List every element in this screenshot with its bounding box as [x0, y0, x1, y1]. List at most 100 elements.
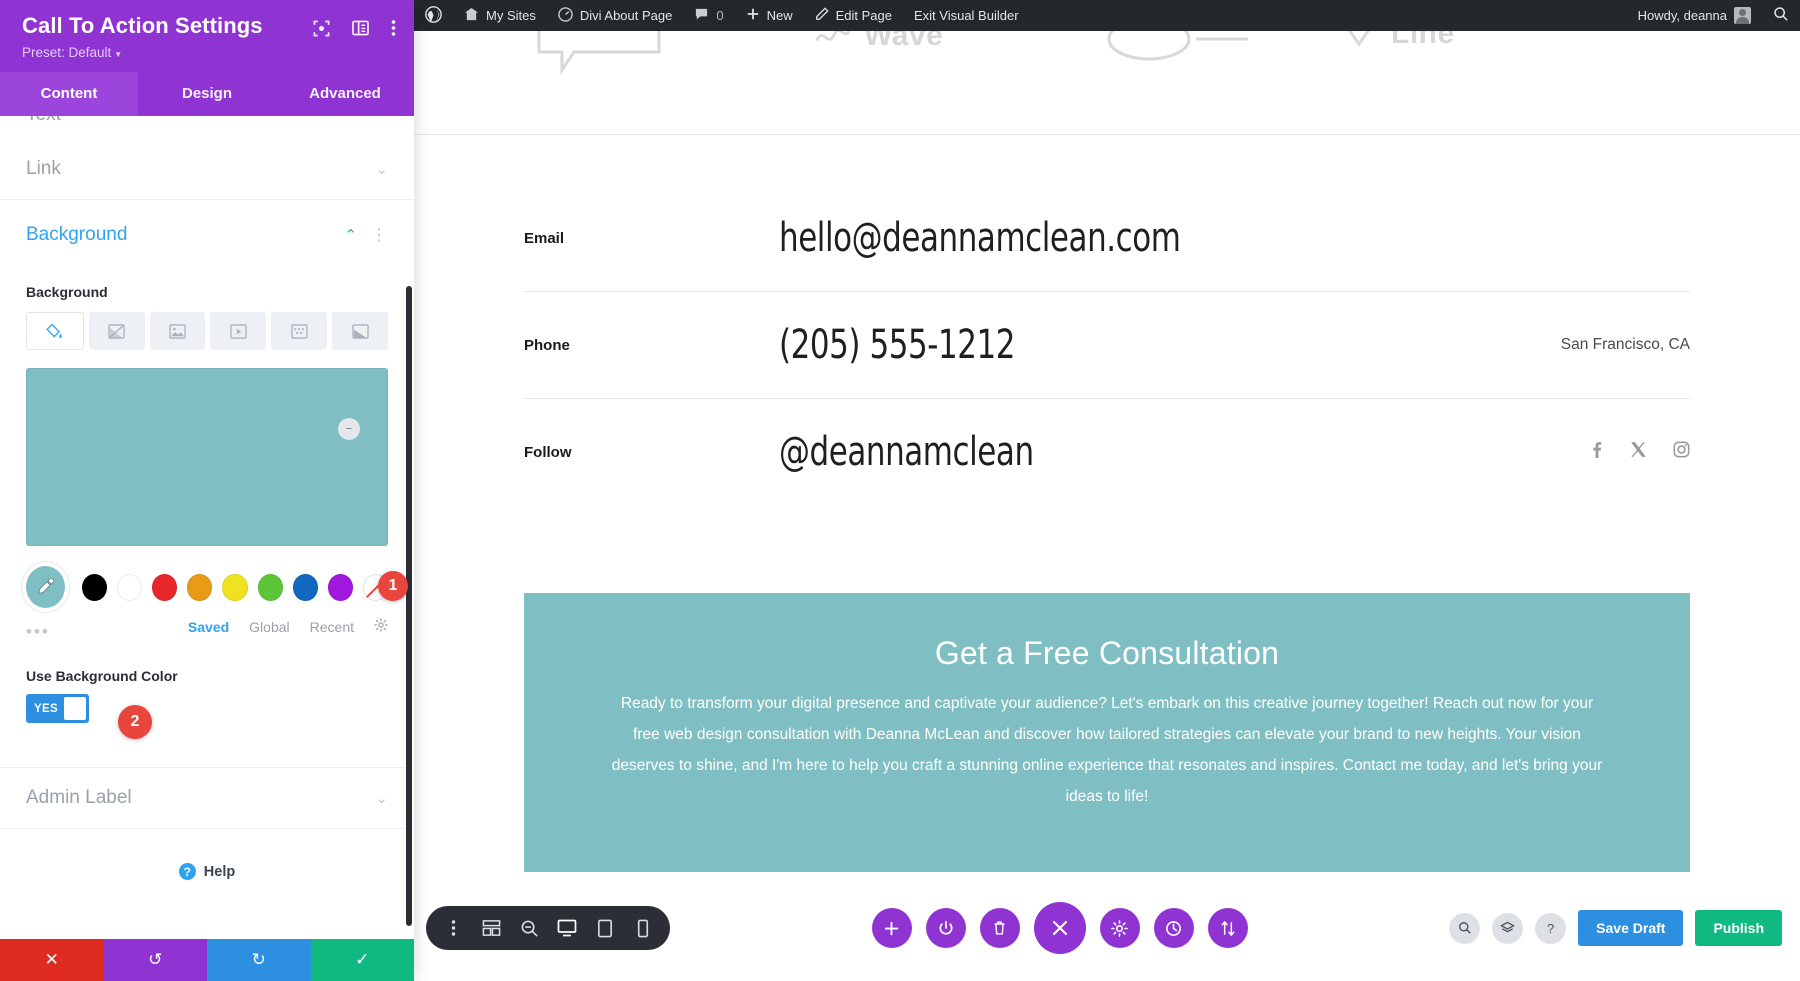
background-pattern-icon[interactable] — [271, 312, 328, 351]
kebab-menu-icon[interactable] — [434, 906, 472, 950]
tab-content[interactable]: Content — [0, 72, 138, 117]
cta-body: Ready to transform your digital presence… — [611, 695, 1603, 805]
search-button[interactable] — [1449, 912, 1481, 944]
background-type-tabs — [26, 312, 388, 351]
contact-row-follow: Follow @deannamclean — [524, 399, 1690, 505]
wp-admin-bar: My Sites Divi About Page 0 New Edit Page — [414, 0, 1800, 31]
panel-resize-handle[interactable]: − — [338, 418, 360, 440]
palette-tab-saved[interactable]: Saved — [188, 619, 229, 635]
admin-bar-wordpress-logo[interactable] — [414, 0, 453, 31]
publish-button[interactable]: Publish — [1695, 910, 1782, 946]
save-button[interactable]: ✓ — [310, 939, 414, 981]
help-button[interactable]: ? — [1535, 912, 1567, 944]
phone-view-icon[interactable] — [624, 906, 662, 950]
background-video-icon[interactable] — [210, 312, 267, 351]
settings-footer: ✕ ↺ ↻ ✓ — [0, 939, 414, 981]
palette-tabs: Saved Global Recent — [188, 617, 388, 637]
cta-section[interactable]: Get a Free Consultation Ready to transfo… — [524, 593, 1690, 872]
admin-bar-search[interactable] — [1762, 0, 1800, 31]
background-field-label: Background — [26, 284, 108, 301]
color-swatch-green[interactable] — [257, 573, 283, 601]
color-swatch-row — [26, 566, 389, 609]
desktop-view-icon[interactable] — [548, 906, 586, 950]
builder-right-tools: ? Save Draft Publish — [1449, 910, 1782, 946]
color-swatch-purple[interactable] — [327, 573, 353, 601]
background-color-icon[interactable] — [26, 312, 84, 351]
settings-button[interactable] — [1099, 908, 1140, 948]
selected-color-preview[interactable] — [26, 368, 388, 547]
section-background[interactable]: Background ⌃ ⋮ — [0, 200, 414, 270]
history-button[interactable] — [1153, 908, 1194, 948]
palette-row: ••• Saved Global Recent — [26, 612, 388, 642]
color-swatch-yellow[interactable] — [222, 573, 248, 601]
section-admin-label[interactable]: Admin Label ⌄ — [0, 767, 414, 830]
power-toggle-button[interactable] — [925, 908, 966, 948]
kebab-menu-icon[interactable] — [391, 19, 396, 37]
more-colors-button[interactable]: ••• — [26, 622, 50, 642]
use-background-color-toggle[interactable]: YES — [26, 694, 89, 724]
wordpress-logo-icon — [425, 5, 442, 26]
color-swatch-red[interactable] — [152, 573, 178, 601]
dashboard-icon — [558, 6, 573, 25]
help-link[interactable]: ? Help — [0, 829, 414, 881]
admin-bar-edit-page-label: Edit Page — [835, 8, 892, 23]
instagram-icon[interactable] — [1673, 441, 1690, 463]
section-link[interactable]: Link ⌄ — [0, 138, 414, 201]
close-builder-button[interactable] — [1033, 902, 1086, 954]
settings-scrollbar[interactable] — [406, 286, 412, 927]
tab-advanced[interactable]: Advanced — [276, 72, 414, 116]
zoom-out-view-icon[interactable] — [510, 906, 548, 950]
color-swatch-black[interactable] — [82, 573, 108, 601]
focus-icon[interactable] — [313, 20, 330, 37]
color-swatch-white[interactable] — [117, 573, 143, 601]
palette-tab-global[interactable]: Global — [249, 619, 289, 635]
add-module-button[interactable] — [871, 908, 912, 948]
tab-design[interactable]: Design — [138, 72, 276, 116]
contact-list: Email hello@deannamclean.com Phone (205)… — [414, 135, 1800, 505]
contact-row-value: (205) 555-1212 — [779, 322, 1015, 368]
palette-tab-recent[interactable]: Recent — [310, 619, 354, 635]
discard-button[interactable]: ✕ — [0, 939, 104, 981]
admin-bar-my-sites[interactable]: My Sites — [453, 0, 547, 31]
admin-bar-site-name[interactable]: Divi About Page — [547, 0, 684, 31]
layers-button[interactable] — [1492, 912, 1524, 944]
layout-columns-icon[interactable] — [352, 20, 369, 36]
color-swatch-blue[interactable] — [292, 573, 318, 601]
builder-main-tools — [670, 902, 1449, 954]
step-badge-1: 1 — [378, 571, 408, 601]
color-swatch-orange[interactable] — [187, 573, 213, 601]
save-draft-button[interactable]: Save Draft — [1578, 910, 1684, 946]
facebook-icon[interactable] — [1588, 441, 1604, 464]
tablet-view-icon[interactable] — [586, 906, 624, 950]
portability-button[interactable] — [1207, 908, 1248, 948]
admin-bar-account[interactable]: Howdy, deanna — [1627, 0, 1762, 31]
kebab-menu-icon[interactable]: ⋮ — [371, 225, 388, 245]
admin-bar-comment-count: 0 — [716, 8, 724, 23]
redo-button[interactable]: ↻ — [207, 939, 311, 981]
page-title: Call To Action Settings — [22, 13, 263, 38]
gear-icon[interactable] — [374, 617, 388, 637]
wireframe-view-icon[interactable] — [472, 906, 510, 950]
background-image-icon[interactable] — [149, 312, 206, 351]
section-text[interactable]: Text ⌄ — [0, 116, 414, 138]
chevron-down-icon: ⌄ — [375, 116, 388, 120]
comment-bubble-icon — [694, 7, 709, 25]
admin-bar-new[interactable]: New — [735, 0, 804, 31]
trash-button[interactable] — [979, 908, 1020, 948]
use-background-color-label: Use Background Color — [26, 668, 178, 685]
background-gradient-icon[interactable] — [88, 312, 145, 351]
contact-row-label: Phone — [524, 336, 570, 354]
eyedropper-swatch[interactable] — [26, 566, 66, 609]
admin-bar-edit-page[interactable]: Edit Page — [804, 0, 903, 31]
contact-row-location: San Francisco, CA — [1560, 336, 1690, 353]
admin-bar-comments[interactable]: 0 — [683, 0, 734, 31]
module-settings-panel: Call To Action Settings Preset: Default ▼ — [0, 0, 414, 981]
undo-button[interactable]: ↺ — [103, 939, 207, 981]
preset-selector[interactable]: Preset: Default ▼ — [22, 45, 396, 60]
contact-row-email: Email hello@deannamclean.com — [524, 213, 1690, 292]
plus-icon — [746, 7, 760, 24]
x-twitter-icon[interactable] — [1630, 441, 1647, 463]
settings-body: Text ⌄ Link ⌄ Background ⌃ ⋮ Background — [0, 116, 414, 939]
background-mask-icon[interactable] — [332, 312, 388, 351]
admin-bar-exit-visual-builder[interactable]: Exit Visual Builder — [903, 0, 1030, 31]
